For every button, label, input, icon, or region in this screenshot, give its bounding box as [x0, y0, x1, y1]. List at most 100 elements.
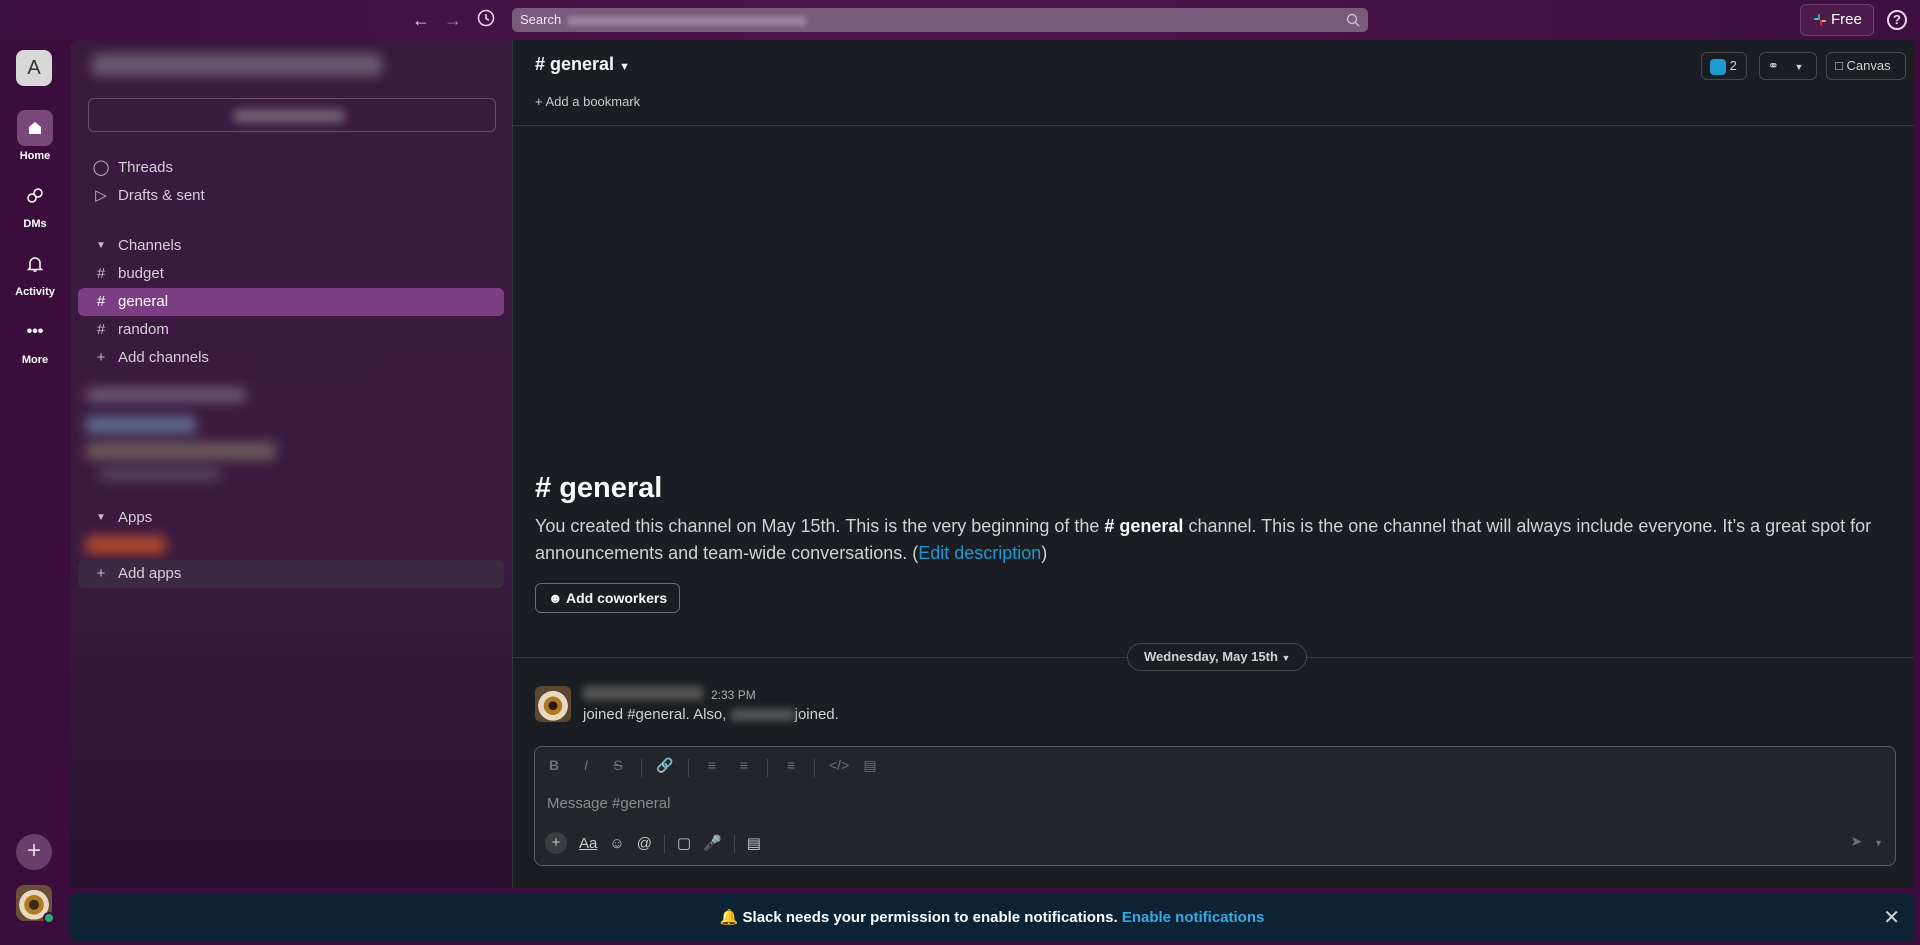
- strikethrough-icon[interactable]: S: [609, 757, 627, 779]
- add-coworkers-button[interactable]: ☻ Add coworkers: [535, 583, 681, 613]
- redacted-app[interactable]: [86, 536, 166, 554]
- redacted-dm[interactable]: [100, 468, 220, 480]
- members-button[interactable]: 2: [1701, 52, 1747, 80]
- intro-text: You created this channel on May 15th. Th…: [535, 516, 1100, 536]
- sidebar-item-general[interactable]: # general: [78, 288, 504, 316]
- workspace-rail: A Home DMs Activity ••• More +: [0, 40, 70, 945]
- add-coworkers-label: Add coworkers: [566, 590, 668, 606]
- notification-permission-banner: 🔔 Slack needs your permission to enable …: [70, 894, 1914, 942]
- message-text: joined #general. Also,: [583, 706, 727, 723]
- attach-plus-icon[interactable]: +: [545, 832, 567, 854]
- member-avatar-icon: [1710, 58, 1726, 75]
- code-icon[interactable]: </>: [829, 757, 849, 779]
- huddle-button[interactable]: ⚭ ▼: [1759, 52, 1817, 80]
- add-bookmark-link[interactable]: Add a bookmark: [546, 94, 641, 109]
- caret-down-icon: ▼: [96, 240, 106, 251]
- date-label: Wednesday, May 15th: [1144, 649, 1278, 664]
- send-button[interactable]: ➤ ▼: [1850, 833, 1883, 850]
- hash-icon: #: [96, 293, 106, 310]
- person-add-icon: ☻: [548, 590, 563, 606]
- date-divider-pill[interactable]: Wednesday, May 15th ▼: [1127, 643, 1308, 671]
- chevron-down-icon: ▼: [1794, 62, 1804, 72]
- toolbar-divider: [663, 835, 665, 853]
- sidebar-item-drafts[interactable]: ▷ Drafts & sent: [78, 182, 504, 210]
- emoji-icon[interactable]: ☺: [609, 835, 624, 852]
- user-avatar[interactable]: [16, 885, 55, 924]
- mention-icon[interactable]: @: [637, 835, 652, 852]
- channel-title[interactable]: # general ▼: [535, 54, 630, 75]
- rail-home[interactable]: Home: [0, 110, 70, 162]
- apps-section-header[interactable]: ▼ Apps: [78, 504, 504, 532]
- message-timestamp[interactable]: 2:33 PM: [711, 688, 756, 702]
- sidebar-item-add-apps[interactable]: + Add apps: [78, 560, 504, 588]
- message-text: joined.: [794, 706, 839, 723]
- toolbar-divider: [733, 835, 735, 853]
- redacted-user-name: [730, 709, 795, 722]
- hash-icon: #: [96, 265, 106, 282]
- section-label: Channels: [118, 237, 182, 254]
- link-icon[interactable]: 🔗: [656, 757, 674, 779]
- back-arrow-icon[interactable]: ←: [410, 9, 432, 31]
- code-block-icon[interactable]: ▤: [861, 757, 879, 779]
- canvas-button[interactable]: □ Canvas: [1826, 52, 1906, 80]
- workspace-avatar[interactable]: A: [16, 50, 52, 86]
- channels-section-header[interactable]: ▼ Channels: [78, 232, 504, 260]
- message-input[interactable]: Message #general: [547, 795, 670, 812]
- presence-indicator: [43, 912, 55, 924]
- blockquote-icon[interactable]: ≡: [782, 757, 800, 779]
- formatting-toggle-icon[interactable]: Aa: [579, 835, 597, 852]
- slash-command-icon[interactable]: ▤: [747, 834, 761, 852]
- message-body: joined #general. Also, joined.: [583, 706, 839, 723]
- rail-activity[interactable]: Activity: [0, 246, 70, 298]
- edit-description-link[interactable]: Edit description: [918, 543, 1041, 563]
- redacted-dm[interactable]: [86, 442, 276, 460]
- channel-intro: # general You created this channel on Ma…: [535, 472, 1895, 567]
- sidebar-item-add-channels[interactable]: + Add channels: [78, 344, 504, 372]
- intro-title-text: general: [559, 472, 663, 504]
- hash-icon: #: [535, 472, 552, 504]
- redacted-dm[interactable]: [86, 416, 196, 434]
- intro-text: ): [1041, 543, 1048, 563]
- channel-title-text: general: [550, 54, 615, 74]
- bulleted-list-icon[interactable]: ≡: [735, 757, 753, 779]
- sidebar-item-label: Add channels: [118, 349, 209, 366]
- sidebar-item-threads[interactable]: ◯ Threads: [78, 154, 504, 182]
- slack-logo-icon: [1814, 14, 1826, 26]
- search-input[interactable]: Search: [512, 8, 1368, 32]
- add-workspace-button[interactable]: +: [16, 834, 52, 870]
- italic-icon[interactable]: I: [577, 757, 595, 779]
- microphone-icon[interactable]: 🎤: [703, 834, 722, 852]
- headphones-icon: ⚭: [1768, 58, 1779, 73]
- sidebar-item-budget[interactable]: # budget: [78, 260, 504, 288]
- close-icon[interactable]: ✕: [1883, 894, 1900, 942]
- message-composer[interactable]: B I S 🔗 ≡ ≡ ≡ </> ▤ Message #general + A…: [534, 746, 1896, 866]
- help-icon[interactable]: ?: [1887, 10, 1907, 30]
- workspace-action-box[interactable]: [88, 98, 496, 132]
- redacted-dm[interactable]: [86, 388, 246, 402]
- canvas-label: Canvas: [1846, 58, 1891, 73]
- chevron-down-icon: ▼: [619, 61, 630, 73]
- rail-dms[interactable]: DMs: [0, 178, 70, 230]
- channel-sidebar: ◯ Threads ▷ Drafts & sent ▼ Channels # b…: [70, 40, 512, 888]
- upgrade-free-button[interactable]: Free: [1800, 4, 1874, 36]
- plus-icon: +: [96, 565, 106, 582]
- chevron-down-icon: ▼: [1874, 838, 1883, 848]
- message-avatar[interactable]: [535, 686, 571, 722]
- forward-arrow-icon[interactable]: →: [442, 9, 464, 31]
- sidebar-item-random[interactable]: # random: [78, 316, 504, 344]
- redacted-workspace-title[interactable]: [92, 54, 382, 76]
- formatting-toolbar: B I S 🔗 ≡ ≡ ≡ </> ▤: [545, 757, 879, 779]
- rail-more[interactable]: ••• More: [0, 314, 70, 366]
- ordered-list-icon[interactable]: ≡: [703, 757, 721, 779]
- video-icon[interactable]: ▢: [677, 834, 691, 852]
- bookmark-bar: + Add a bookmark: [513, 88, 1914, 126]
- send-icon: ▷: [95, 187, 107, 204]
- channel-label: budget: [118, 265, 164, 282]
- rail-more-label: More: [21, 354, 49, 366]
- bold-icon[interactable]: B: [545, 757, 563, 779]
- history-icon[interactable]: [475, 9, 497, 31]
- channel-header: # general ▼ 2 ⚭ ▼ □ Canvas: [513, 40, 1914, 88]
- rail-activity-label: Activity: [15, 286, 55, 298]
- enable-notifications-link[interactable]: Enable notifications: [1122, 909, 1265, 926]
- redacted-sender-name[interactable]: [583, 686, 703, 700]
